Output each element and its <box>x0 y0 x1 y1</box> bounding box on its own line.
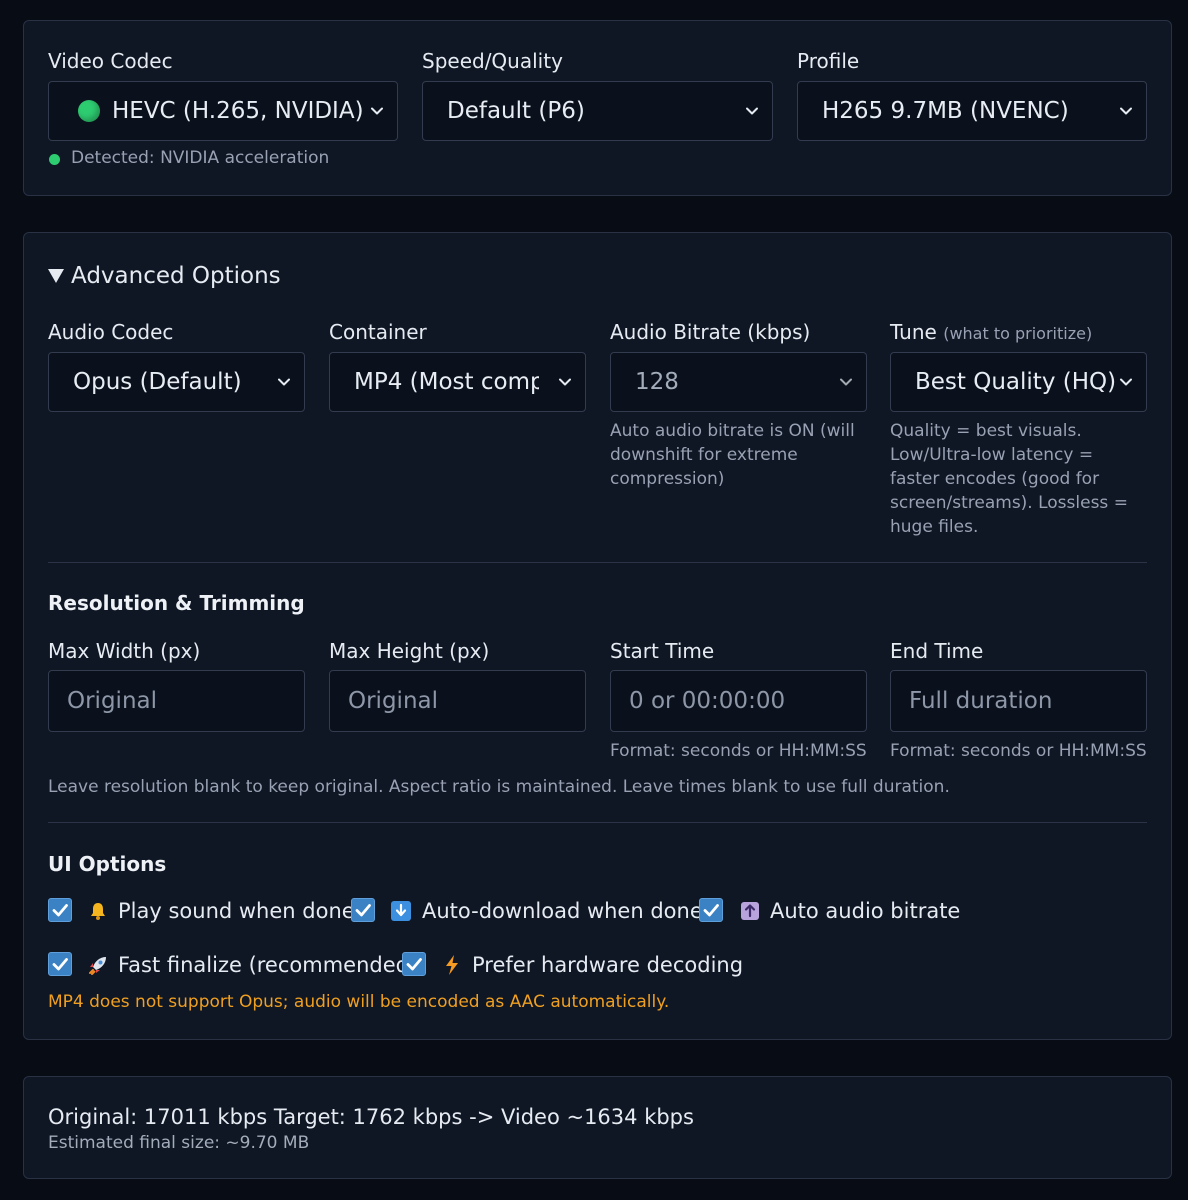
max-height-input[interactable]: Original <box>329 670 586 732</box>
chevron-down-icon <box>1118 374 1134 390</box>
max-width-input[interactable]: Original <box>48 670 305 732</box>
chevron-down-icon <box>838 374 854 390</box>
tune-sublabel: (what to prioritize) <box>943 324 1093 343</box>
tune-select[interactable]: Best Quality (HQ) <box>890 352 1147 412</box>
profile-label: Profile <box>797 49 860 73</box>
fast-finalize-checkbox[interactable] <box>48 952 72 976</box>
tune-help: Quality = best visuals. Low/Ultra-low la… <box>890 421 1128 537</box>
play-sound-label: Play sound when done <box>118 899 355 923</box>
auto-download-label: Auto-download when done <box>422 899 703 923</box>
container-label: Container <box>329 320 427 344</box>
checkmark-icon <box>352 899 374 921</box>
start-time-help: Format: seconds or HH:MM:SS <box>610 741 867 761</box>
divider <box>48 822 1147 823</box>
profile-value: H265 9.7MB (NVENC) <box>822 98 1069 124</box>
video-codec-label: Video Codec <box>48 49 173 73</box>
lightning-icon <box>441 954 463 976</box>
advanced-options-card: Advanced Options Audio Codec Container A… <box>23 232 1172 1040</box>
tune-label-text: Tune <box>890 320 937 344</box>
profile-select[interactable]: H265 9.7MB (NVENC) <box>797 81 1147 141</box>
rocket-icon <box>87 954 109 976</box>
divider <box>48 562 1147 563</box>
hardware-decoding-label: Prefer hardware decoding <box>472 953 744 977</box>
checkmark-icon <box>49 953 71 975</box>
max-width-label: Max Width (px) <box>48 639 201 663</box>
video-codec-value: HEVC (H.265, NVIDIA) <box>112 98 364 124</box>
checkmark-icon <box>403 953 425 975</box>
audio-bitrate-value: 128 <box>635 369 679 395</box>
checkmark-icon <box>49 899 71 921</box>
start-time-label: Start Time <box>610 639 715 663</box>
resolution-note: Leave resolution blank to keep original.… <box>48 777 950 797</box>
status-dot-icon <box>49 154 60 165</box>
tune-value: Best Quality (HQ) <box>915 369 1117 395</box>
speed-quality-select[interactable]: Default (P6) <box>422 81 773 141</box>
summary-card: Original: 17011 kbps Target: 1762 kbps -… <box>23 1076 1172 1179</box>
video-codec-select[interactable]: HEVC (H.265, NVIDIA) <box>48 81 398 141</box>
chevron-down-icon <box>369 103 385 119</box>
advanced-options-title: Advanced Options <box>71 263 281 289</box>
ui-options-heading: UI Options <box>48 852 167 876</box>
auto-audio-bitrate-checkbox[interactable] <box>699 898 723 922</box>
detected-text: Detected: NVIDIA acceleration <box>71 148 330 168</box>
bitrate-summary: Original: 17011 kbps Target: 1762 kbps -… <box>48 1105 694 1129</box>
codec-card: Video Codec HEVC (H.265, NVIDIA) Speed/Q… <box>23 20 1172 196</box>
audio-codec-value: Opus (Default) <box>73 369 242 395</box>
end-time-input[interactable]: Full duration <box>890 670 1147 732</box>
status-dot-icon <box>78 100 100 122</box>
chevron-down-icon <box>1118 103 1134 119</box>
chevron-down-icon <box>557 374 573 390</box>
fast-finalize-label: Fast finalize (recommended) <box>118 953 418 977</box>
estimated-size: Estimated final size: ~9.70 MB <box>48 1133 310 1153</box>
up-arrow-icon <box>739 900 761 922</box>
speed-quality-value: Default (P6) <box>447 98 585 124</box>
start-time-input[interactable]: 0 or 00:00:00 <box>610 670 867 732</box>
auto-download-checkbox[interactable] <box>351 898 375 922</box>
chevron-down-icon <box>276 374 292 390</box>
play-sound-checkbox[interactable] <box>48 898 72 922</box>
end-time-label: End Time <box>890 639 984 663</box>
auto-audio-bitrate-label: Auto audio bitrate <box>770 899 961 923</box>
resolution-trimming-heading: Resolution & Trimming <box>48 591 305 615</box>
audio-codec-label: Audio Codec <box>48 320 174 344</box>
audio-bitrate-label: Audio Bitrate (kbps) <box>610 320 811 344</box>
container-select[interactable]: MP4 (Most compatible) <box>329 352 586 412</box>
audio-codec-select[interactable]: Opus (Default) <box>48 352 305 412</box>
bell-icon <box>87 900 109 922</box>
speed-quality-label: Speed/Quality <box>422 49 563 73</box>
advanced-options-toggle[interactable]: Advanced Options <box>48 263 281 289</box>
audio-bitrate-select[interactable]: 128 <box>610 352 867 412</box>
download-arrow-icon <box>390 900 412 922</box>
container-warning: MP4 does not support Opus; audio will be… <box>48 992 670 1012</box>
container-value: MP4 (Most compatible) <box>354 369 539 395</box>
tune-label: Tune (what to prioritize) <box>890 320 1092 344</box>
hardware-decoding-checkbox[interactable] <box>402 952 426 976</box>
chevron-down-icon <box>744 103 760 119</box>
end-time-help: Format: seconds or HH:MM:SS <box>890 741 1147 761</box>
triangle-down-icon <box>48 269 64 283</box>
checkmark-icon <box>700 899 722 921</box>
audio-bitrate-help: Auto audio bitrate is ON (will downshift… <box>610 421 855 489</box>
max-height-label: Max Height (px) <box>329 639 490 663</box>
